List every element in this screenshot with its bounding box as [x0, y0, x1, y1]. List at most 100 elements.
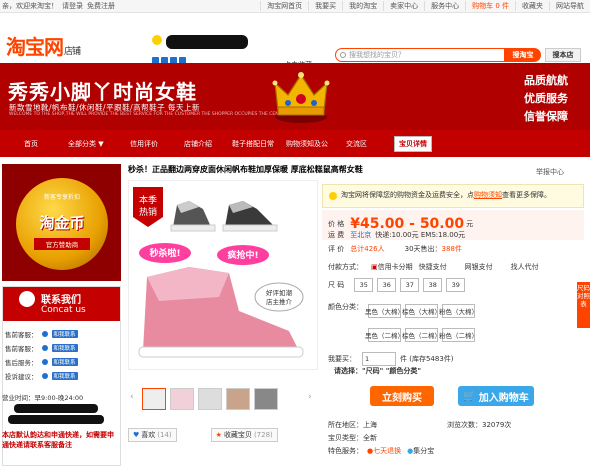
heart-icon: ♥	[133, 431, 140, 439]
color-option[interactable]: 粉色（大棉）	[439, 304, 478, 318]
size-option[interactable]: 39	[446, 278, 466, 292]
thumbnail[interactable]	[170, 388, 194, 410]
business-hours: 营业时间：早9:00-晚24:00	[2, 394, 84, 402]
contact-button[interactable]: 和我联系	[51, 344, 78, 352]
banner-english: WELCOME TO THE SHOP,THE WILL PROVIDE THE…	[9, 112, 313, 117]
size-option[interactable]: 38	[423, 278, 443, 292]
color-row: 颜色分类：	[328, 303, 363, 311]
greeting-text: 亲，欢迎来淘宝！	[2, 2, 58, 10]
nav-shop-intro[interactable]: 店铺介绍	[184, 139, 232, 149]
color-option[interactable]: 黑色（二棉）	[365, 328, 404, 342]
nav-ratings[interactable]: 信用评价	[130, 139, 184, 149]
quantity-input[interactable]: 1	[362, 352, 396, 366]
rating-row: 评 价总计426人 30天售出： 388件	[328, 244, 462, 254]
shop-nav: 首页 全部分类 ▼ 信用评价 店铺介绍 鞋子搭配日常 购物须知及公 交流区 宝贝…	[0, 130, 590, 157]
register-link[interactable]: 免费注册	[87, 1, 115, 11]
size-option[interactable]: 37	[400, 278, 420, 292]
nav-all-categories[interactable]: 全部分类 ▼	[68, 139, 130, 149]
promo-link[interactable]: 购物须知	[474, 191, 502, 199]
rating-total[interactable]: 总计426人	[350, 244, 384, 254]
shipping-row: 运 费至北京 快递:10.00元 EMS:18.00元	[328, 230, 466, 240]
cart-icon: 🛒	[463, 390, 476, 402]
banner-slogan-2: 优质服务	[524, 92, 568, 105]
search-taobao-button[interactable]: 搜淘宝	[505, 48, 541, 62]
nav-link-mytaobao[interactable]: 我的淘宝	[342, 1, 383, 11]
size-option[interactable]: 36	[377, 278, 397, 292]
gold-coin-icon: 新客专享折扣 淘金币 官方赞助商	[16, 178, 108, 270]
quantity-row: 我要买： 1 件 (库存5483件)	[322, 352, 454, 366]
top-bar: 亲，欢迎来淘宝！ 请登录 免费注册 淘宝网首页 我要买 我的淘宝 卖家中心 服务…	[0, 0, 590, 13]
like-button[interactable]: ♥ 喜欢 (14)	[128, 428, 177, 442]
color-options-1: 黑色（大棉） 棕色（大棉） 粉色（大棉）	[365, 304, 479, 318]
thumb-next-icon[interactable]: ›	[308, 392, 312, 402]
contact-header: 联系我们 Concat us	[3, 287, 120, 321]
thumbnail[interactable]	[254, 388, 278, 410]
color-options-2: 黑色（二棉） 棕色（二棉） 粉色（二棉）	[365, 328, 479, 342]
shipping-note: 本店默认韵达和申通快递，如需要申通快递请联系客服备注	[2, 431, 114, 449]
svg-text:秒杀啦!: 秒杀啦!	[149, 247, 180, 259]
nav-link-home[interactable]: 淘宝网首页	[260, 1, 308, 11]
shop-name-redacted	[166, 35, 248, 49]
banner-slogan-3: 信誉保障	[524, 110, 568, 123]
collect-button[interactable]: ★ 收藏宝贝 (728)	[210, 428, 278, 442]
search-shop-button[interactable]: 搜本店	[545, 48, 581, 62]
product-main-image[interactable]: 本季 热销 秒杀啦! 疯抢中! 好评如潮 店主推介	[128, 180, 318, 370]
wangwang-icon	[41, 373, 48, 379]
taojinbi-ad[interactable]: 新客专享折扣 淘金币 官方赞助商	[2, 164, 121, 281]
color-option[interactable]: 棕色（二棉）	[402, 328, 441, 342]
contact-button[interactable]: 和我联系	[51, 330, 78, 338]
add-to-cart-button[interactable]: 🛒 加入购物车	[458, 386, 534, 406]
seven-day-link[interactable]: 七天退换	[373, 446, 401, 456]
color-option[interactable]: 黑色（大棉）	[365, 304, 404, 318]
search-input[interactable]: 搜我想找的宝贝？	[335, 48, 505, 62]
thumb-prev-icon[interactable]: ‹	[130, 392, 134, 402]
product-info: 淘宝网将保障您的购物资金及运费安全，点购物须知查看更多保障。 价 格 ¥45.00…	[322, 180, 584, 466]
site-nav-link[interactable]: 网站导航	[549, 1, 590, 11]
nav-forum[interactable]: 交流区	[346, 139, 392, 149]
select-prompt: 请选择："尺码" "颜色分类"	[334, 367, 422, 375]
thumbnail[interactable]	[226, 388, 250, 410]
banner-slogan-1: 品质航航	[524, 74, 568, 87]
header: 淘宝网店铺 点击收藏 搜我想找的宝贝？ 搜淘宝 搜本店	[0, 13, 590, 69]
report-link[interactable]: 举报中心	[536, 167, 564, 177]
buy-now-button[interactable]: 立刻购买	[370, 386, 434, 406]
promo-message: 淘宝网将保障您的购物资金及运费安全，点购物须知查看更多保障。	[322, 184, 584, 208]
cart-link[interactable]: 购物车 0 件	[465, 1, 515, 11]
wangwang-icon	[41, 345, 48, 351]
size-chart-tab[interactable]: 尺码对照表	[577, 282, 590, 328]
favorites-link[interactable]: 收藏夹	[515, 1, 549, 11]
svg-text:店主推介: 店主推介	[266, 297, 293, 306]
ship-from-select[interactable]: 至北京	[350, 230, 371, 240]
nav-link-buy[interactable]: 我要买	[308, 1, 342, 11]
nav-item-details[interactable]: 宝贝详情	[394, 135, 432, 152]
contact-button[interactable]: 和我联系	[51, 372, 78, 380]
contact-button[interactable]: 和我联系	[51, 358, 78, 366]
color-option[interactable]: 棕色（大棉）	[402, 304, 441, 318]
nav-link-seller[interactable]: 卖家中心	[383, 1, 424, 11]
search-icon	[340, 52, 346, 58]
banner-title: 秀秀小脚丫时尚女鞋	[8, 80, 197, 104]
size-row: 尺 码 35 36 37 38 39	[322, 278, 469, 292]
shop-banner: 秀秀小脚丫时尚女鞋 新款雪地靴/帆布鞋/休闲鞋/平跟鞋/高帮鞋子 每天上新 WE…	[0, 63, 590, 130]
login-link[interactable]: 请登录	[62, 1, 83, 11]
svg-text:好评如潮: 好评如潮	[266, 288, 293, 297]
nav-home[interactable]: 首页	[24, 139, 68, 149]
thumbnail[interactable]	[142, 388, 166, 410]
taobao-logo[interactable]: 淘宝网店铺	[6, 31, 81, 60]
credit-icon: ▣	[371, 263, 378, 271]
thumbnail[interactable]	[198, 388, 222, 410]
svg-text:本季: 本季	[139, 194, 157, 206]
redacted-text	[14, 404, 98, 413]
jifenbao-link[interactable]: 集分宝	[413, 446, 434, 456]
nav-shoe-matching[interactable]: 鞋子搭配日常	[232, 139, 286, 149]
thumbnail-strip	[142, 388, 278, 410]
size-option[interactable]: 35	[354, 278, 374, 292]
color-option[interactable]: 粉色（二棉）	[439, 328, 478, 342]
star-icon: ★	[215, 431, 222, 439]
payment-row: 付款方式： ▣ 信用卡分期 快捷支付 网银支付 找人代付	[328, 263, 539, 271]
nav-link-service[interactable]: 服务中心	[424, 1, 465, 11]
svg-text:疯抢中!: 疯抢中!	[227, 249, 258, 261]
nav-shopping-notes[interactable]: 购物须知及公	[286, 139, 346, 149]
contact-row: 售前客服： 和我联系	[5, 344, 78, 353]
contact-row: 售前客服： 和我联系	[5, 330, 78, 339]
